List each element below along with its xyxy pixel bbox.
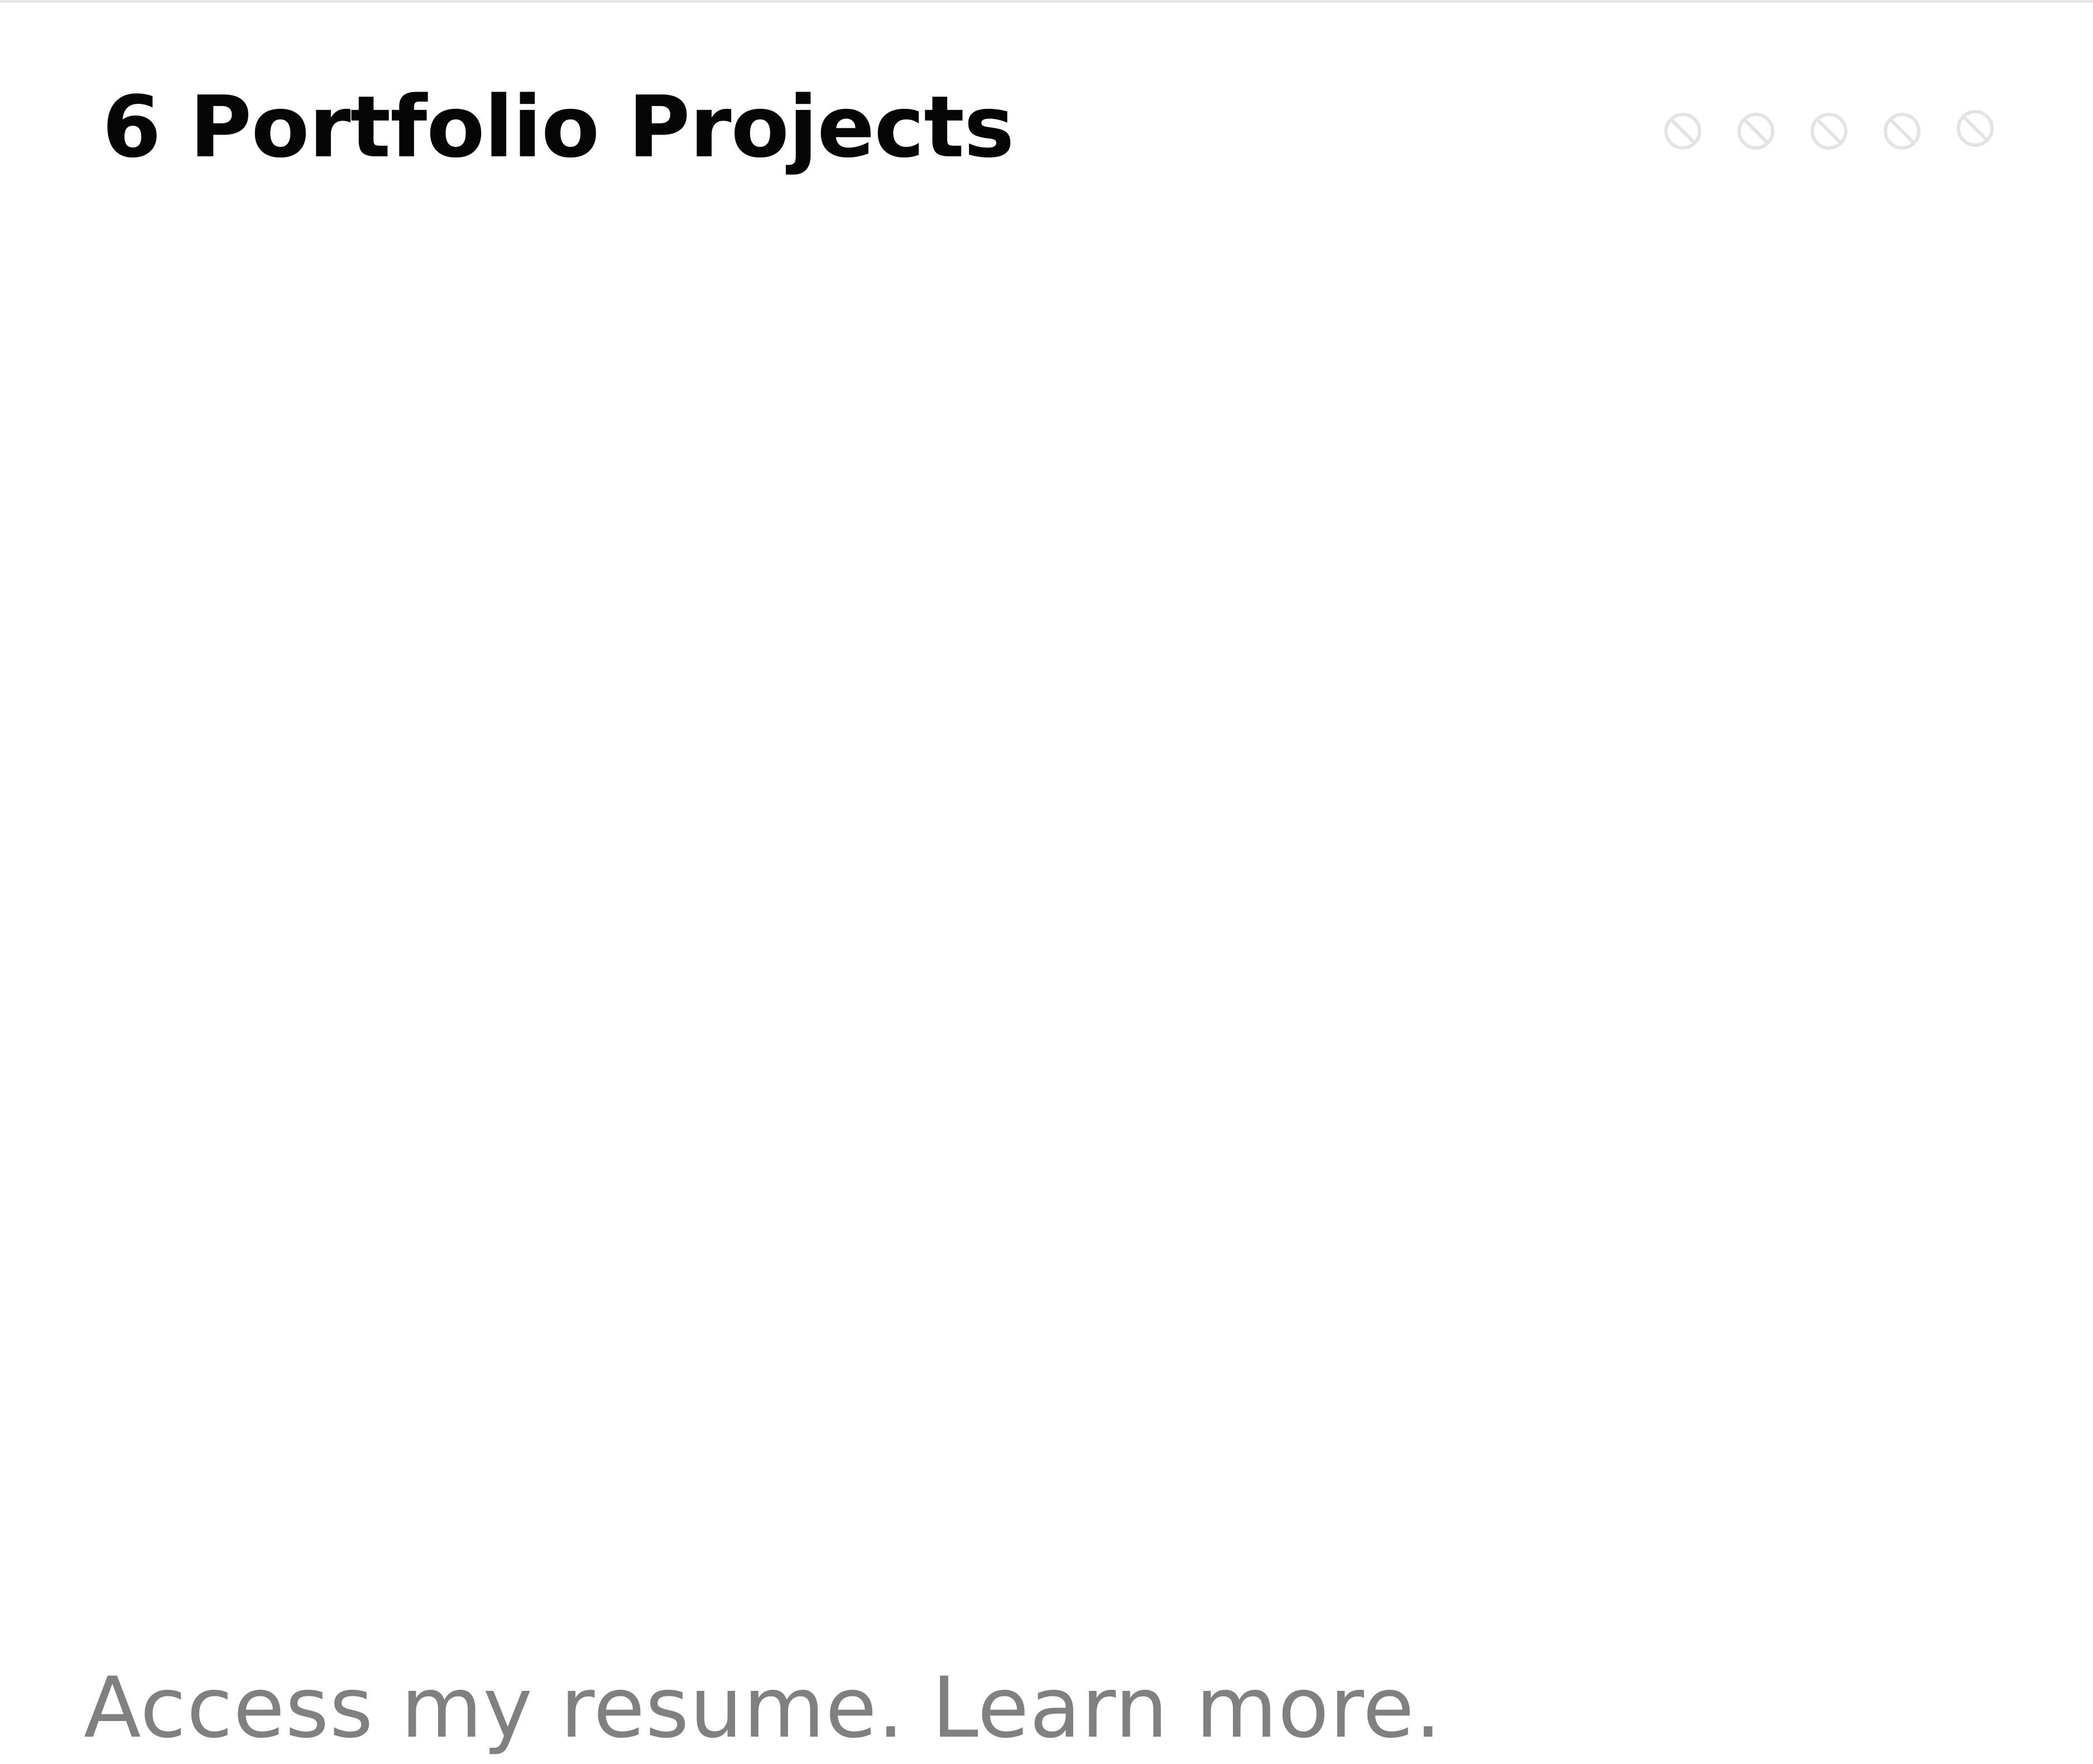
carousel-dot-2[interactable] <box>1735 111 1777 152</box>
page-title: 6 Portfolio Projects <box>102 78 1014 176</box>
carousel-dot-1[interactable] <box>1662 111 1703 152</box>
blocked-circle-icon <box>1664 113 1701 150</box>
carousel-indicators <box>1662 106 1996 156</box>
carousel-dot-3[interactable] <box>1808 111 1850 152</box>
resume-learn-more-link[interactable]: Access my resume. Learn more. <box>84 1652 1442 1764</box>
carousel-dot-5[interactable] <box>1955 108 1996 149</box>
projects-content-area <box>0 257 2093 1608</box>
blocked-circle-icon <box>1884 113 1921 150</box>
carousel-dot-4[interactable] <box>1881 111 1923 152</box>
blocked-circle-icon <box>1811 113 1847 150</box>
portfolio-header: 6 Portfolio Projects <box>0 0 2093 257</box>
blocked-circle-icon <box>1737 113 1774 150</box>
blocked-circle-icon <box>1957 110 1994 147</box>
